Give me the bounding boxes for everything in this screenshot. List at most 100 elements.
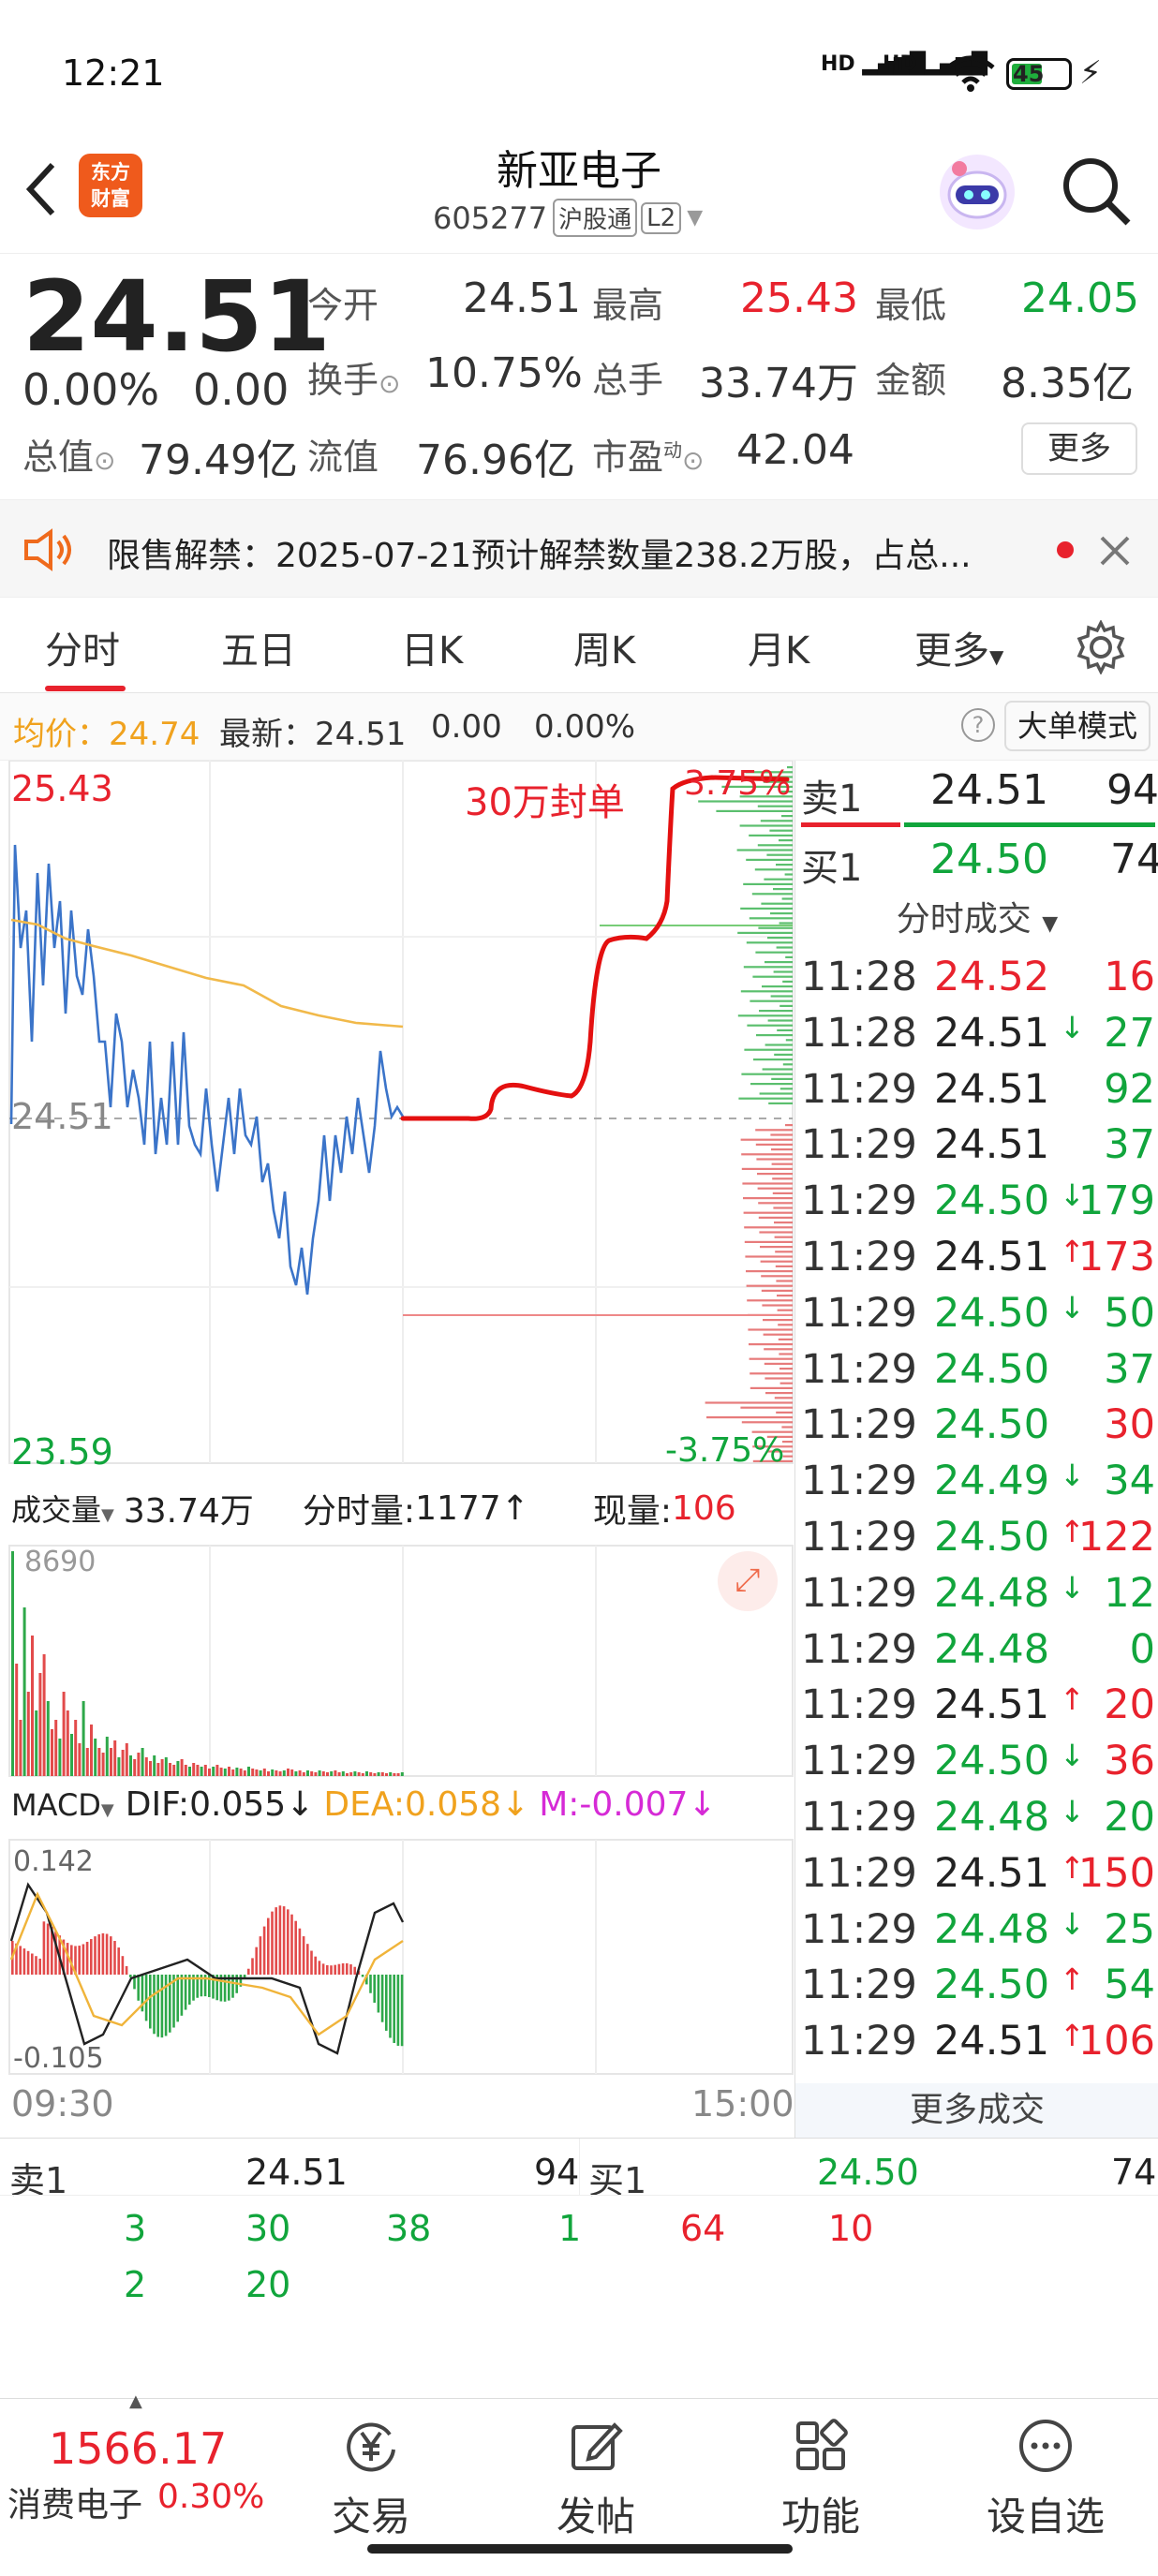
tab-weekly-k[interactable]: 周K (573, 620, 635, 674)
robot-assistant-icon[interactable] (937, 152, 1017, 232)
pe-label: 市盈动⊙ (592, 428, 704, 480)
depth-bar (779, 1004, 793, 1007)
more-trades-button[interactable]: 更多成交 (795, 2083, 1158, 2138)
volume-bar (389, 1772, 393, 1776)
post-button[interactable]: 发帖 (521, 2418, 671, 2542)
macd-bar (180, 1975, 184, 2016)
macd-bar (42, 1921, 46, 1975)
depth-bar (769, 829, 793, 832)
dropdown-icon[interactable]: ▼ (687, 206, 703, 229)
trade-volume: 36 (1104, 1738, 1155, 1785)
trade-button[interactable]: 交易 (296, 2418, 446, 2542)
latest-price: 最新：24.51 (219, 708, 406, 754)
tab-monthly-k[interactable]: 月K (748, 620, 809, 674)
volume-bar (361, 1773, 364, 1776)
tab-intraday[interactable]: 分时 (45, 620, 120, 674)
expand-icon[interactable]: ⤢ (718, 1551, 778, 1611)
low-label: 最低 (875, 285, 947, 326)
dropdown-icon: ▼ (101, 1505, 114, 1525)
depth-bar (746, 1284, 793, 1287)
sell-queue-item: 2 (124, 2264, 147, 2305)
turnover-label: 换手⊙ (307, 351, 400, 403)
volume-bar (200, 1767, 203, 1776)
back-icon[interactable] (21, 159, 62, 219)
tab-more[interactable]: 更多▼ (914, 620, 1003, 674)
macd-bar (341, 1962, 345, 1975)
trade-volume: 92 (1104, 1065, 1155, 1113)
logo-text-1: 东方 (91, 161, 130, 184)
grid-icon (796, 2419, 848, 2470)
sector-index[interactable]: 1566.17 消费电子 0.30% (0, 2399, 272, 2539)
depth-bar (767, 1019, 793, 1022)
depth-bar (779, 922, 793, 925)
app-logo[interactable]: 东方 财富 (79, 154, 142, 217)
volume-bar (400, 1772, 404, 1776)
volume-bar (176, 1761, 180, 1776)
trades-header-label: 分时成交 (896, 900, 1032, 939)
tab-five-day[interactable]: 五日 (221, 620, 296, 674)
trade-row: 11:29 24.50 ↓ 36 (801, 1734, 1155, 1790)
volume-selector[interactable]: 成交量▼ (11, 1487, 114, 1530)
dropdown-icon: ▼ (1042, 912, 1059, 936)
dropdown-icon: ▼ (989, 645, 1004, 668)
trade-volume: 12 (1104, 1569, 1155, 1617)
trade-row: 11:29 24.50 30 (801, 1398, 1155, 1454)
sell-queue-item: 30 (245, 2208, 291, 2249)
trade-row: 11:29 24.49 ↓ 34 (801, 1454, 1155, 1510)
low-value: 24.05 (1021, 274, 1139, 322)
depth-bar (736, 849, 793, 851)
depth-bar (776, 864, 793, 866)
volume-bar (172, 1765, 176, 1776)
function-button[interactable]: 功能 (746, 2418, 896, 2542)
volume-bar (302, 1772, 305, 1776)
volume-bar (369, 1772, 373, 1776)
macd-bar (373, 1975, 376, 2003)
tab-daily-k[interactable]: 日K (401, 620, 463, 674)
trade-volume: 37 (1104, 1345, 1155, 1393)
volume-bar (164, 1757, 168, 1776)
latest-value: 24.51 (315, 716, 407, 753)
trade-row: 11:29 24.51 ↑ 173 (801, 1230, 1155, 1286)
volume-bar (121, 1750, 125, 1776)
hk-connect-badge: 沪股通 (553, 199, 638, 237)
trade-row: 11:29 24.50 ↑ 54 (801, 1958, 1155, 2014)
trades-header[interactable]: 分时成交 ▼ (795, 892, 1158, 940)
macd-bar (94, 1936, 96, 1975)
settings-icon[interactable] (1074, 620, 1128, 674)
latest-label: 最新： (219, 716, 315, 753)
macd-bar (113, 1941, 116, 1975)
macd-bar (310, 1950, 313, 1975)
macd-bar (144, 1975, 148, 2021)
macd-bar (46, 1923, 50, 1975)
macd-bar (318, 1961, 321, 1975)
more-button[interactable]: 更多 (1021, 422, 1137, 475)
chart-area[interactable]: 25.43 24.51 23.59 3.75% -3.75% 30万封单 成交量… (0, 761, 794, 2138)
trade-price: 24.50 (934, 1289, 1050, 1337)
notice-bar[interactable]: 限售解禁：2025-07-21预计解禁数量238.2万股，占总... (0, 499, 1158, 598)
order-book: 卖1 24.51 94 买1 24.50 74 3 30 38 1 2 20 6… (0, 2138, 1158, 2362)
depth-bar (738, 1097, 793, 1100)
change-amount: 0.00 (193, 364, 290, 415)
macd-selector[interactable]: MACD▼ (11, 1787, 114, 1823)
search-icon[interactable] (1059, 154, 1134, 229)
status-time: 12:21 (62, 52, 165, 94)
volume-bar (251, 1769, 255, 1776)
volume-bar (137, 1753, 141, 1776)
up-arrow-icon: ↑ (500, 1488, 529, 1528)
volume-bar (310, 1771, 314, 1776)
depth-bar (763, 1319, 793, 1322)
depth-bar (771, 1077, 793, 1080)
volume-bar (349, 1772, 353, 1776)
volume-bar (94, 1739, 97, 1776)
close-icon[interactable] (1098, 534, 1132, 568)
big-order-mode-button[interactable]: 大单模式 (1004, 701, 1151, 751)
add-watchlist-button[interactable]: 设自选 (971, 2418, 1121, 2542)
volume-bar (290, 1769, 294, 1776)
volume-bar (239, 1769, 243, 1776)
buy1-label: 买1 (801, 847, 863, 890)
handwritten-annotation: 30万封单 (465, 781, 625, 824)
depth-bar (770, 912, 793, 915)
trade-list[interactable]: 11:28 24.52 16 11:28 24.51 ↓ 27 11:29 24.51 92 11:… (795, 950, 1158, 2083)
help-icon[interactable]: ? (961, 708, 995, 742)
macd-bar (82, 1944, 85, 1975)
